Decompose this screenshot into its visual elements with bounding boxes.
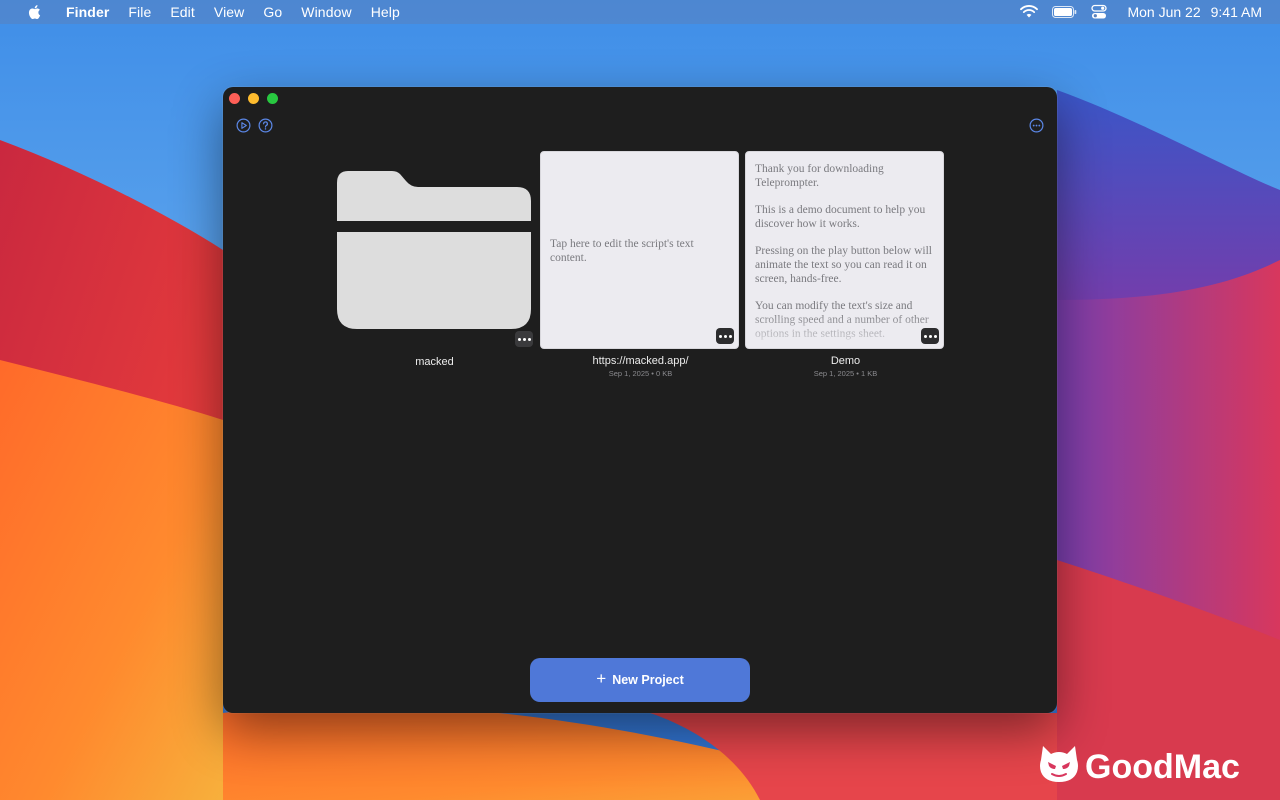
goodmac-watermark: GoodMac xyxy=(1039,742,1269,786)
script-more-button[interactable] xyxy=(716,328,734,344)
demo-preview-paragraph: This is a demo document to help you disc… xyxy=(755,204,926,230)
script-meta: Sep 1, 2025 • 0 KB xyxy=(608,369,673,378)
menu-window[interactable]: Window xyxy=(301,4,351,20)
wifi-icon[interactable] xyxy=(1020,5,1039,19)
demo-preview-fade xyxy=(746,312,943,348)
menu-view[interactable]: View xyxy=(214,4,245,20)
demo-item[interactable]: Thank you for downloading Teleprompter. … xyxy=(745,151,946,378)
ellipsis-circle-icon[interactable] xyxy=(1029,118,1044,133)
window-controls xyxy=(229,93,278,104)
help-circle-icon[interactable] xyxy=(258,118,273,133)
app-window: macked Tap here to edit the script's tex… xyxy=(223,87,1057,713)
menu-date[interactable]: Mon Jun 22 xyxy=(1127,4,1200,20)
script-thumbnail[interactable]: Tap here to edit the script's text conte… xyxy=(540,151,739,349)
folder-more-button[interactable] xyxy=(515,331,533,347)
demo-preview-paragraph: Thank you for downloading Teleprompter. xyxy=(755,163,884,189)
goodmac-logo-icon: GoodMac xyxy=(1040,746,1240,786)
menu-help[interactable]: Help xyxy=(371,4,400,20)
new-project-button[interactable]: + New Project xyxy=(530,658,750,702)
svg-text:GoodMac: GoodMac xyxy=(1085,748,1240,786)
minimize-window-button[interactable] xyxy=(248,93,259,104)
demo-thumbnail[interactable]: Thank you for downloading Teleprompter. … xyxy=(745,151,944,349)
zoom-window-button[interactable] xyxy=(267,93,278,104)
demo-preview-paragraph: Pressing on the play button below will a… xyxy=(755,245,932,285)
menu-edit[interactable]: Edit xyxy=(170,4,195,20)
play-circle-icon[interactable] xyxy=(236,118,251,133)
apple-icon[interactable] xyxy=(26,3,44,21)
folder-title: macked xyxy=(415,356,454,368)
menu-bar: Finder File Edit View Go Window Help Mon… xyxy=(0,0,1280,24)
new-project-label: New Project xyxy=(612,673,684,687)
demo-more-button[interactable] xyxy=(921,328,939,344)
menu-file[interactable]: File xyxy=(128,4,151,20)
script-item[interactable]: Tap here to edit the script's text conte… xyxy=(540,151,741,378)
plus-icon: + xyxy=(596,669,607,688)
battery-icon[interactable] xyxy=(1052,6,1077,18)
demo-meta: Sep 1, 2025 • 1 KB xyxy=(813,369,878,378)
folder-icon xyxy=(337,171,531,329)
folder-item[interactable]: macked xyxy=(334,151,535,368)
control-center-icon[interactable] xyxy=(1091,4,1108,20)
menu-go[interactable]: Go xyxy=(263,4,282,20)
script-title: https://macked.app/ xyxy=(592,355,689,367)
menu-time[interactable]: 9:41 AM xyxy=(1211,4,1262,20)
folder-thumbnail[interactable] xyxy=(334,151,535,351)
close-window-button[interactable] xyxy=(229,93,240,104)
menu-app-name[interactable]: Finder xyxy=(66,4,109,20)
script-preview-text: Tap here to edit the script's text conte… xyxy=(550,238,694,264)
demo-title: Demo xyxy=(830,355,861,367)
